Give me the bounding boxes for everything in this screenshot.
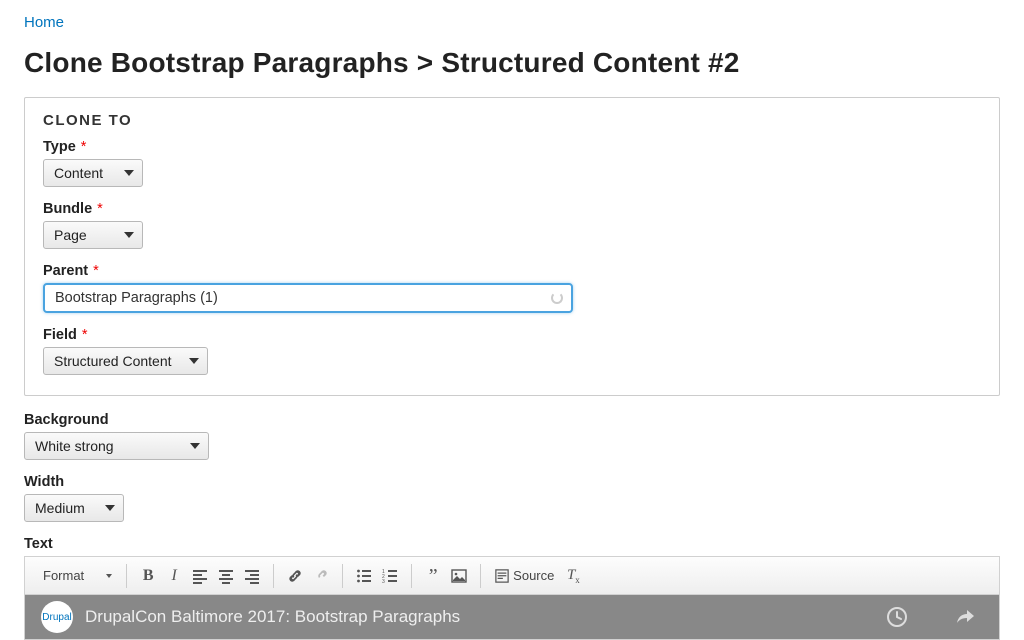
field-select[interactable]: Structured Content <box>43 347 208 375</box>
align-center-button[interactable] <box>213 563 239 589</box>
toolbar-separator <box>273 564 274 588</box>
background-select-value: White strong <box>35 438 114 454</box>
numbered-list-icon: 123 <box>382 568 398 584</box>
breadcrumb-home-link[interactable]: Home <box>24 14 64 31</box>
chevron-down-icon <box>189 358 199 364</box>
required-marker: * <box>78 327 88 343</box>
required-marker: * <box>77 139 87 155</box>
toolbar-separator <box>126 564 127 588</box>
background-select[interactable]: White strong <box>24 432 209 460</box>
parent-input[interactable] <box>43 283 573 313</box>
field-label: Field * <box>43 327 981 343</box>
align-center-icon <box>218 568 234 584</box>
width-field: Width Medium <box>24 474 1000 522</box>
bundle-select-value: Page <box>54 227 87 243</box>
quote-icon: ” <box>429 569 438 583</box>
bullet-list-button[interactable] <box>351 563 377 589</box>
link-button[interactable] <box>282 563 308 589</box>
type-field: Type * Content <box>43 139 981 187</box>
source-button[interactable]: Source <box>489 563 560 589</box>
numbered-list-button[interactable]: 123 <box>377 563 403 589</box>
breadcrumb: Home <box>24 0 1000 39</box>
background-label: Background <box>24 412 1000 428</box>
parent-label-text: Parent <box>43 263 88 279</box>
bullet-list-icon <box>356 568 372 584</box>
width-label: Width <box>24 474 1000 490</box>
unlink-icon <box>313 568 329 584</box>
loading-spinner-icon <box>551 292 563 304</box>
toolbar-separator <box>480 564 481 588</box>
parent-label: Parent * <box>43 263 981 279</box>
link-icon <box>287 568 303 584</box>
bundle-label: Bundle * <box>43 201 981 217</box>
width-select[interactable]: Medium <box>24 494 124 522</box>
bundle-label-text: Bundle <box>43 201 92 217</box>
align-right-icon <box>244 568 260 584</box>
type-select[interactable]: Content <box>43 159 143 187</box>
editor-toolbar: Format B I <box>25 557 999 595</box>
unlink-button[interactable] <box>308 563 334 589</box>
field-select-value: Structured Content <box>54 353 172 369</box>
toolbar-separator <box>411 564 412 588</box>
source-button-label: Source <box>513 568 554 583</box>
bundle-select[interactable]: Page <box>43 221 143 249</box>
image-button[interactable] <box>446 563 472 589</box>
video-title: DrupalCon Baltimore 2017: Bootstrap Para… <box>85 607 460 627</box>
clone-to-legend: CLONE TO <box>43 112 981 129</box>
chevron-down-icon <box>124 232 134 238</box>
share-button[interactable] <box>951 603 979 631</box>
bundle-field: Bundle * Page <box>43 201 981 249</box>
watch-later-button[interactable] <box>883 603 911 631</box>
source-icon <box>495 569 509 583</box>
type-label-text: Type <box>43 139 76 155</box>
clone-to-fieldset: CLONE TO Type * Content Bundle * Page Pa… <box>24 97 1000 396</box>
drupal-logo-icon: Drupal <box>41 601 73 633</box>
text-field: Text Format B I <box>24 536 1000 640</box>
bold-icon: B <box>143 567 154 585</box>
text-label: Text <box>24 536 1000 552</box>
chevron-down-icon <box>124 170 134 176</box>
chevron-down-icon <box>105 505 115 511</box>
align-left-icon <box>192 568 208 584</box>
remove-format-button[interactable]: Tx <box>560 563 586 589</box>
parent-field: Parent * <box>43 263 981 313</box>
format-dropdown-label: Format <box>43 568 84 583</box>
align-left-button[interactable] <box>187 563 213 589</box>
field-field: Field * Structured Content <box>43 327 981 375</box>
italic-icon: I <box>172 567 177 585</box>
chevron-down-icon <box>106 574 112 578</box>
svg-text:3: 3 <box>382 579 385 584</box>
chevron-down-icon <box>190 443 200 449</box>
share-icon <box>953 605 977 629</box>
italic-button[interactable]: I <box>161 563 187 589</box>
toolbar-separator <box>342 564 343 588</box>
field-label-text: Field <box>43 327 77 343</box>
type-label: Type * <box>43 139 981 155</box>
type-select-value: Content <box>54 165 103 181</box>
bold-button[interactable]: B <box>135 563 161 589</box>
clock-icon <box>885 605 909 629</box>
background-field: Background White strong <box>24 412 1000 460</box>
required-marker: * <box>89 263 99 279</box>
align-right-button[interactable] <box>239 563 265 589</box>
required-marker: * <box>93 201 103 217</box>
image-icon <box>451 568 467 584</box>
drupal-logo-text: Drupal <box>42 612 71 623</box>
format-dropdown[interactable]: Format <box>37 564 118 588</box>
width-select-value: Medium <box>35 500 85 516</box>
video-embed-header: Drupal DrupalCon Baltimore 2017: Bootstr… <box>25 595 999 639</box>
remove-format-icon: Tx <box>567 567 580 585</box>
page-title: Clone Bootstrap Paragraphs > Structured … <box>24 47 1000 79</box>
blockquote-button[interactable]: ” <box>420 563 446 589</box>
rich-text-editor: Format B I <box>24 556 1000 640</box>
